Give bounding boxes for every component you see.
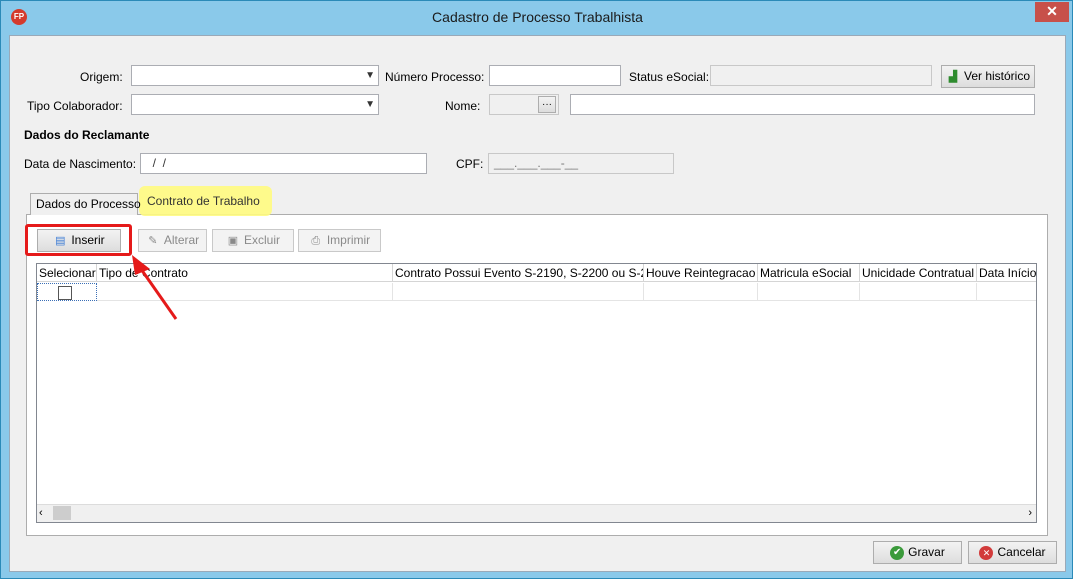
table-cell[interactable] (758, 283, 860, 301)
numero-processo-label: Número Processo: (385, 70, 485, 84)
column-header[interactable]: Tipo de Contrato (97, 264, 393, 282)
data-nascimento-input[interactable]: / / (140, 153, 427, 174)
excluir-label: Excluir (243, 233, 280, 247)
table-cell[interactable] (393, 283, 644, 301)
form-area: Origem: ▼ Número Processo: Status eSocia… (9, 35, 1066, 572)
scroll-thumb[interactable] (53, 506, 71, 520)
annotation-box (25, 224, 132, 256)
ver-historico-label: Ver histórico (963, 69, 1031, 83)
status-esocial-field (710, 65, 932, 86)
table-cell[interactable] (860, 283, 977, 301)
alterar-button[interactable]: ✎ Alterar (138, 229, 207, 252)
column-header[interactable]: Houve Reintegracao (644, 264, 758, 282)
table-cell[interactable] (37, 283, 97, 301)
ver-historico-button[interactable]: ▟ Ver histórico (941, 65, 1035, 88)
origem-label: Origem: (80, 70, 123, 84)
printer-icon: ⎙ (311, 234, 321, 247)
title-bar: FP Cadastro de Processo Trabalhista ✕ (1, 1, 1072, 34)
contracts-grid[interactable]: Selecionar Tipo de Contrato Contrato Pos… (36, 263, 1037, 523)
gravar-button[interactable]: ✔ Gravar (873, 541, 962, 564)
nome-lookup-button[interactable]: ··· (538, 96, 556, 113)
cpf-input: ___.___.___-__ (488, 153, 674, 174)
cpf-label: CPF: (456, 157, 484, 171)
history-icon: ▟ (948, 70, 958, 83)
cancelar-button[interactable]: ✕ Cancelar (968, 541, 1057, 564)
window-title: Cadastro de Processo Trabalhista (432, 9, 643, 25)
scroll-left-icon[interactable]: ‹ (39, 507, 43, 519)
table-cell[interactable] (977, 283, 1036, 301)
imprimir-button[interactable]: ⎙ Imprimir (298, 229, 381, 252)
numero-processo-input[interactable] (489, 65, 621, 86)
data-nascimento-label: Data de Nascimento: (24, 157, 137, 171)
column-header[interactable]: Unicidade Contratual (860, 264, 977, 282)
close-button[interactable]: ✕ (1035, 2, 1069, 22)
scroll-right-icon[interactable]: › (1028, 507, 1032, 519)
edit-icon: ✎ (148, 234, 158, 247)
column-header[interactable]: Selecionar (37, 264, 97, 282)
horizontal-scrollbar[interactable]: ‹ › (37, 504, 1036, 522)
tipo-colaborador-label: Tipo Colaborador: (27, 99, 123, 113)
cancelar-label: Cancelar (997, 545, 1046, 559)
chevron-down-icon: ▼ (365, 99, 375, 110)
imprimir-label: Imprimir (326, 233, 371, 247)
delete-icon: ▣ (227, 234, 239, 247)
tab-contrato-de-trabalho[interactable]: Contrato de Trabalho (142, 191, 267, 213)
column-header[interactable]: Matricula eSocial (758, 264, 860, 282)
cancel-icon: ✕ (979, 545, 994, 560)
origem-select[interactable]: ▼ (131, 65, 379, 86)
nome-label: Nome: (445, 99, 481, 113)
section-title: Dados do Reclamante (24, 128, 150, 142)
column-header[interactable]: Contrato Possui Evento S-2190, S-2200 ou… (393, 264, 644, 282)
select-checkbox[interactable] (58, 286, 72, 300)
check-icon: ✔ (890, 545, 905, 560)
excluir-button[interactable]: ▣ Excluir (212, 229, 294, 252)
column-header[interactable]: Data Início (977, 264, 1036, 282)
window-frame: FP Cadastro de Processo Trabalhista ✕ Or… (0, 0, 1073, 579)
tipo-colaborador-select[interactable]: ▼ (131, 94, 379, 115)
table-cell[interactable] (97, 283, 393, 301)
tab-dados-do-processo[interactable]: Dados do Processo (30, 193, 141, 215)
chevron-down-icon: ▼ (365, 70, 375, 81)
alterar-label: Alterar (163, 233, 200, 247)
nome-input[interactable] (570, 94, 1035, 115)
gravar-label: Gravar (908, 545, 945, 559)
status-esocial-label: Status eSocial: (629, 70, 710, 84)
table-cell[interactable] (644, 283, 758, 301)
